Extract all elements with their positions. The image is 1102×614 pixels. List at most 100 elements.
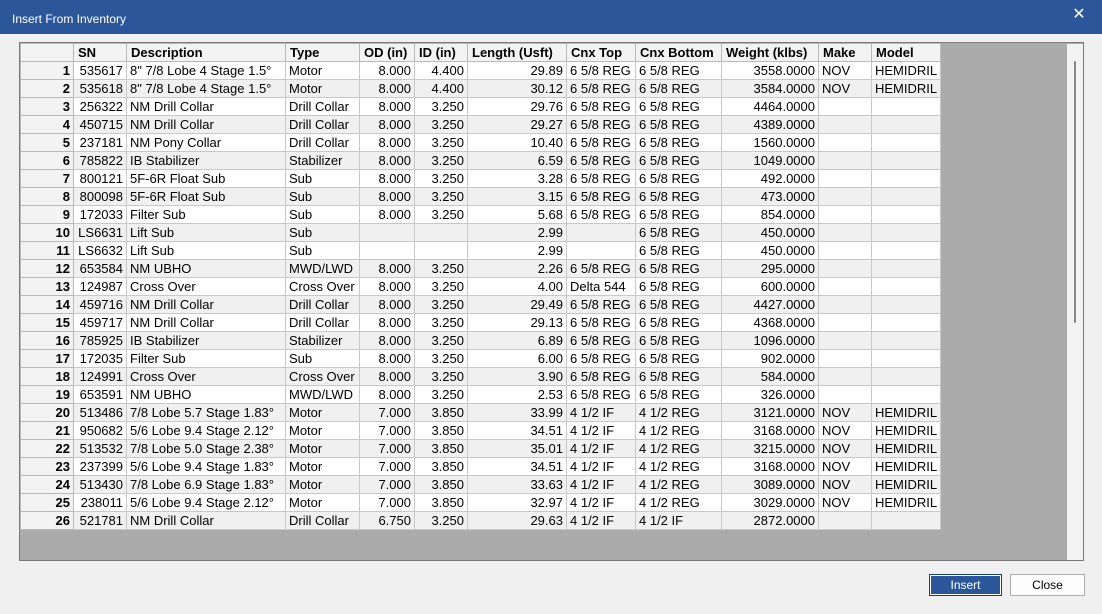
column-header-description[interactable]: Description [126, 43, 286, 62]
cell-make[interactable] [818, 187, 872, 206]
cell-weight[interactable]: 1049.0000 [721, 151, 819, 170]
table-row[interactable]: 1 535617 8" 7/8 Lobe 4 Stage 1.5° Motor 8.00… [20, 61, 942, 80]
table-row[interactable]: 26 521781 NM Drill Collar Drill Collar 6.750… [20, 511, 942, 530]
cell-cnx-top[interactable]: 6 5/8 REG [566, 79, 636, 98]
column-header-sn[interactable]: SN [73, 43, 127, 62]
cell-sn[interactable]: 800098 [73, 187, 127, 206]
cell-make[interactable] [818, 133, 872, 152]
table-row[interactable]: 17 172035 Filter Sub Sub 8.000 3.250 6.00 6 5/8… [20, 349, 942, 368]
row-number[interactable]: 9 [20, 205, 74, 224]
column-header-od[interactable]: OD (in) [359, 43, 415, 62]
cell-cnx-top[interactable]: 6 5/8 REG [566, 151, 636, 170]
cell-model[interactable] [870, 295, 942, 314]
cell-od[interactable]: 8.000 [359, 259, 415, 278]
cell-od[interactable]: 8.000 [359, 151, 415, 170]
cell-cnx-bottom[interactable]: 4 1/2 REG [635, 457, 722, 476]
cell-length[interactable]: 6.89 [467, 331, 567, 350]
cell-weight[interactable]: 295.0000 [721, 259, 819, 278]
row-number[interactable]: 20 [20, 403, 74, 422]
cell-description[interactable]: NM Drill Collar [126, 295, 286, 314]
cell-description[interactable]: NM UBHO [126, 259, 286, 278]
cell-cnx-bottom[interactable]: 6 5/8 REG [635, 259, 722, 278]
cell-description[interactable]: 7/8 Lobe 5.0 Stage 2.38° [126, 439, 286, 458]
cell-type[interactable]: Drill Collar [285, 97, 360, 116]
cell-id[interactable]: 3.250 [414, 349, 468, 368]
cell-type[interactable]: Motor [285, 475, 360, 494]
cell-description[interactable]: Lift Sub [126, 241, 286, 260]
cell-description[interactable]: NM Pony Collar [126, 133, 286, 152]
cell-weight[interactable]: 854.0000 [721, 205, 819, 224]
table-row[interactable]: 13 124987 Cross Over Cross Over 8.000 3.250 4.… [20, 277, 942, 296]
cell-length[interactable]: 3.15 [467, 187, 567, 206]
cell-length[interactable]: 3.28 [467, 169, 567, 188]
cell-id[interactable]: 3.250 [414, 259, 468, 278]
cell-od[interactable]: 7.000 [359, 493, 415, 512]
cell-model[interactable]: HEMIDRIL [870, 403, 942, 422]
table-row[interactable]: 7 800121 5F-6R Float Sub Sub 8.000 3.250 3.28 6… [20, 169, 942, 188]
row-number[interactable]: 15 [20, 313, 74, 332]
cell-model[interactable] [870, 349, 942, 368]
cell-od[interactable]: 8.000 [359, 367, 415, 386]
cell-weight[interactable]: 3121.0000 [721, 403, 819, 422]
cell-cnx-top[interactable]: 4 1/2 IF [566, 439, 636, 458]
cell-cnx-bottom[interactable]: 6 5/8 REG [635, 313, 722, 332]
cell-cnx-top[interactable]: 6 5/8 REG [566, 295, 636, 314]
cell-cnx-bottom[interactable]: 6 5/8 REG [635, 205, 722, 224]
cell-cnx-top[interactable]: 6 5/8 REG [566, 331, 636, 350]
cell-weight[interactable]: 473.0000 [721, 187, 819, 206]
table-row[interactable]: 16 785925 IB Stabilizer Stabilizer 8.000 3.25… [20, 331, 942, 350]
row-number[interactable]: 26 [20, 511, 74, 530]
cell-id[interactable]: 4.400 [414, 79, 468, 98]
cell-id[interactable]: 3.250 [414, 331, 468, 350]
column-header-type[interactable]: Type [285, 43, 360, 62]
cell-make[interactable]: NOV [818, 79, 872, 98]
cell-od[interactable]: 8.000 [359, 205, 415, 224]
cell-od[interactable]: 6.750 [359, 511, 415, 530]
column-header-cnx-top[interactable]: Cnx Top [566, 43, 636, 62]
cell-weight[interactable]: 1096.0000 [721, 331, 819, 350]
table-row[interactable]: 6 785822 IB Stabilizer Stabilizer 8.000 3.250… [20, 151, 942, 170]
cell-length[interactable]: 34.51 [467, 421, 567, 440]
cell-length[interactable]: 29.76 [467, 97, 567, 116]
cell-make[interactable] [818, 367, 872, 386]
cell-length[interactable]: 2.99 [467, 223, 567, 242]
cell-weight[interactable]: 1560.0000 [721, 133, 819, 152]
cell-cnx-bottom[interactable]: 4 1/2 IF [635, 511, 722, 530]
cell-type[interactable]: Motor [285, 61, 360, 80]
cell-make[interactable] [818, 295, 872, 314]
row-number[interactable]: 3 [20, 97, 74, 116]
table-row[interactable]: 24 513430 7/8 Lobe 6.9 Stage 1.83° Motor 7.0… [20, 475, 942, 494]
row-number[interactable]: 21 [20, 421, 74, 440]
cell-description[interactable]: 5F-6R Float Sub [126, 187, 286, 206]
cell-type[interactable]: Sub [285, 223, 360, 242]
cell-model[interactable] [870, 97, 942, 116]
cell-sn[interactable]: 238011 [73, 493, 127, 512]
cell-cnx-top[interactable]: 6 5/8 REG [566, 349, 636, 368]
row-number[interactable]: 5 [20, 133, 74, 152]
close-icon[interactable]: ✕ [1070, 6, 1088, 24]
column-header-weight[interactable]: Weight (klbs) [721, 43, 819, 62]
cell-description[interactable]: NM UBHO [126, 385, 286, 404]
cell-description[interactable]: Cross Over [126, 277, 286, 296]
cell-cnx-top[interactable]: 6 5/8 REG [566, 187, 636, 206]
cell-sn[interactable]: 535617 [73, 61, 127, 80]
table-row[interactable]: 4 450715 NM Drill Collar Drill Collar 8.000 3… [20, 115, 942, 134]
cell-cnx-bottom[interactable]: 4 1/2 REG [635, 439, 722, 458]
cell-length[interactable]: 30.12 [467, 79, 567, 98]
cell-od[interactable]: 8.000 [359, 133, 415, 152]
cell-type[interactable]: Motor [285, 421, 360, 440]
cell-cnx-bottom[interactable]: 6 5/8 REG [635, 187, 722, 206]
cell-id[interactable]: 3.250 [414, 115, 468, 134]
cell-cnx-bottom[interactable]: 6 5/8 REG [635, 115, 722, 134]
cell-id[interactable] [414, 223, 468, 242]
cell-make[interactable]: NOV [818, 439, 872, 458]
table-row[interactable]: 15 459717 NM Drill Collar Drill Collar 8.000… [20, 313, 942, 332]
cell-type[interactable]: Drill Collar [285, 313, 360, 332]
cell-cnx-top[interactable]: 6 5/8 REG [566, 385, 636, 404]
cell-id[interactable]: 3.250 [414, 187, 468, 206]
cell-od[interactable]: 8.000 [359, 79, 415, 98]
column-header-length[interactable]: Length (Usft) [467, 43, 567, 62]
cell-sn[interactable]: 124987 [73, 277, 127, 296]
cell-model[interactable] [870, 367, 942, 386]
cell-weight[interactable]: 450.0000 [721, 223, 819, 242]
